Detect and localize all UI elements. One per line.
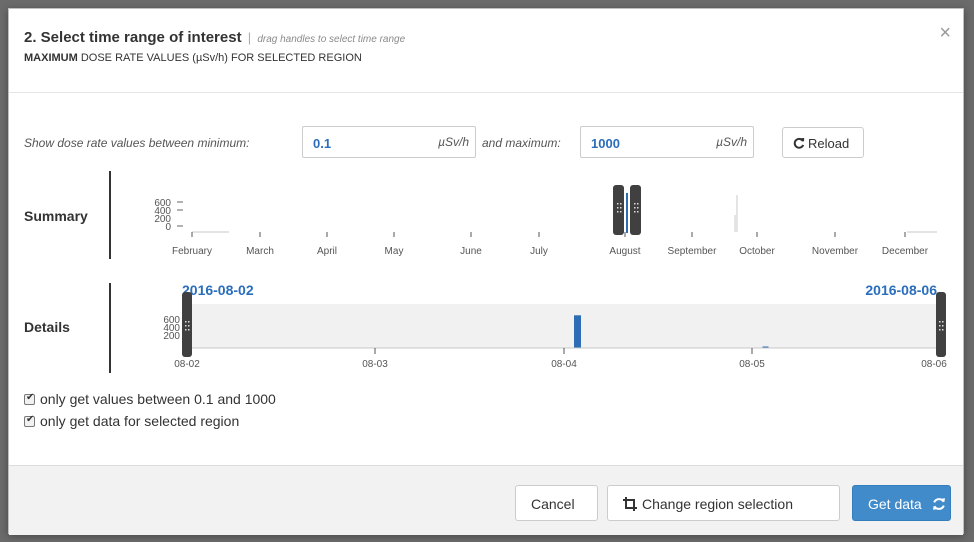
cancel-label: Cancel: [531, 496, 575, 512]
get-data-label: Get data: [868, 496, 922, 512]
max-value-field[interactable]: 1000 µSv/h: [580, 126, 754, 158]
dialog: 2. Select time range of interest | drag …: [8, 8, 964, 535]
details-end-date: 2016-08-06: [865, 282, 937, 298]
min-value: 0.1: [313, 136, 332, 151]
summary-x-tick: December: [882, 246, 929, 257]
dialog-subtitle: MAXIMUM DOSE RATE VALUES (µSv/h) FOR SEL…: [24, 52, 362, 64]
title-separator: |: [247, 30, 252, 45]
details-handle-right[interactable]: [936, 292, 946, 357]
summary-x-tick: March: [246, 246, 274, 257]
refresh-icon: [933, 498, 945, 510]
max-value: 1000: [591, 136, 620, 151]
dialog-title-text: 2. Select time range of interest: [24, 29, 242, 46]
dialog-header: 2. Select time range of interest | drag …: [9, 9, 963, 93]
summary-x-tick: September: [668, 246, 718, 257]
summary-x-axis: February March April May June July Augus…: [172, 232, 929, 257]
min-value-field[interactable]: 0.1 µSv/h: [302, 126, 476, 158]
summary-x-tick: July: [530, 246, 548, 257]
option-values-between-label: only get values between 0.1 and 1000: [40, 391, 276, 407]
summary-x-tick: August: [609, 246, 640, 257]
details-bar: [574, 315, 581, 348]
details-y-tick-200: 200: [163, 331, 180, 342]
details-start-date: 2016-08-02: [182, 282, 254, 298]
summary-x-tick: November: [812, 246, 859, 257]
min-label: Show dose rate values between minimum:: [24, 136, 250, 150]
reload-button[interactable]: Reload: [782, 127, 864, 158]
details-x-tick: 08-04: [551, 359, 577, 370]
summary-x-tick: April: [317, 246, 337, 257]
details-x-tick: 08-06: [921, 359, 947, 370]
details-x-tick: 08-03: [362, 359, 388, 370]
subtitle-rest: DOSE RATE VALUES (µSv/h) FOR SELECTED RE…: [77, 52, 362, 64]
summary-handle-left[interactable]: [613, 185, 624, 235]
change-region-button[interactable]: Change region selection: [607, 485, 840, 521]
option-selected-region-label: only get data for selected region: [40, 413, 240, 429]
details-plot-area[interactable]: [187, 304, 941, 348]
summary-y-tick-0: 0: [165, 222, 171, 233]
min-unit: µSv/h: [438, 135, 469, 149]
details-y-axis: 600 400 200: [163, 315, 180, 342]
summary-x-tick: October: [739, 246, 775, 257]
details-handle-left[interactable]: [182, 292, 192, 357]
checkbox-values-between[interactable]: [24, 392, 35, 405]
summary-y-axis: 600 400 200 0: [154, 198, 183, 233]
dialog-footer: Cancel Change region selection Get data: [9, 465, 963, 535]
max-label: and maximum:: [482, 136, 561, 150]
details-x-tick: 08-05: [739, 359, 765, 370]
summary-chart: 600 400 200 0 February March April May J…: [154, 183, 937, 257]
checkbox-selected-region[interactable]: [24, 414, 35, 427]
change-region-label: Change region selection: [642, 496, 793, 512]
summary-selection[interactable]: [613, 183, 641, 235]
crop-icon: [623, 497, 637, 511]
summary-handle-right[interactable]: [630, 185, 641, 235]
dose-range-bar: Show dose rate values between minimum: 0…: [24, 126, 884, 160]
details-x-axis: 08-02 08-03 08-04 08-05 08-06: [174, 347, 947, 370]
summary-x-tick: June: [460, 246, 482, 257]
details-x-tick: 08-02: [174, 359, 200, 370]
close-button[interactable]: ×: [939, 23, 951, 43]
max-unit: µSv/h: [716, 135, 747, 149]
subtitle-bold: MAXIMUM: [24, 52, 78, 64]
reload-icon: [793, 137, 805, 149]
get-data-button[interactable]: Get data: [852, 485, 951, 521]
reload-label: Reload: [808, 136, 850, 151]
summary-x-tick: February: [172, 246, 212, 257]
cancel-button[interactable]: Cancel: [515, 485, 598, 521]
summary-x-tick: May: [385, 246, 404, 257]
dialog-title: 2. Select time range of interest | drag …: [24, 29, 405, 46]
dialog-hint: drag handles to select time range: [257, 34, 406, 45]
details-chart: 2016-08-02 2016-08-06 600 400 200 08-02 …: [163, 282, 947, 370]
